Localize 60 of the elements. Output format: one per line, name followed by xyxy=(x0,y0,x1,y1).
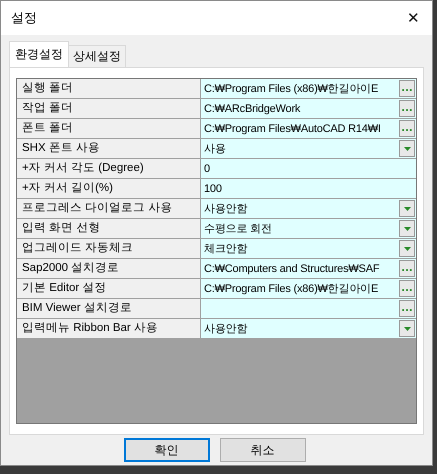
caret-icon xyxy=(404,226,410,230)
caret-icon xyxy=(404,326,410,330)
property-value-cell[interactable]: 사용안함 xyxy=(201,319,416,338)
dropdown-button[interactable] xyxy=(399,200,415,217)
property-value-cell[interactable]: C:₩Program Files₩AutoCAD R14₩I ... xyxy=(201,119,416,138)
property-value-cell[interactable]: C:₩Program Files (x86)₩한길아이E ... xyxy=(201,79,416,98)
caret-icon xyxy=(404,206,410,210)
property-label: 프로그레스 다이얼로그 사용 xyxy=(17,199,201,218)
browse-button[interactable]: ... xyxy=(399,300,415,317)
property-value-cell[interactable]: 체크안함 xyxy=(201,239,416,258)
property-label: 폰트 폴더 xyxy=(17,119,201,138)
property-value: 사용안함 xyxy=(203,322,248,336)
property-value-cell[interactable]: 사용 xyxy=(201,139,416,158)
property-value: C:₩Computers and Structures₩SAF xyxy=(203,262,380,274)
dropdown-button[interactable] xyxy=(399,320,415,337)
browse-button[interactable]: ... xyxy=(399,80,415,97)
browse-button[interactable]: ... xyxy=(399,260,415,277)
caret-icon xyxy=(404,246,410,250)
browse-button[interactable]: ... xyxy=(399,100,415,117)
property-value: C:₩Program Files (x86)₩한길아이E xyxy=(203,82,380,96)
window-title: 설정 xyxy=(11,10,37,27)
browse-button[interactable]: ... xyxy=(399,280,415,297)
property-value-cell[interactable]: C:₩Program Files (x86)₩한길아이E ... xyxy=(201,279,416,298)
dialog-button[interactable]: 확인 xyxy=(124,438,210,462)
caret-icon xyxy=(404,146,410,150)
property-label: +자 커서 각도 (Degree) xyxy=(17,159,201,178)
property-value-cell[interactable]: ... xyxy=(201,299,416,318)
close-button[interactable]: ✕ xyxy=(407,9,420,27)
tab[interactable]: 환경설정 xyxy=(9,41,69,67)
dropdown-button[interactable] xyxy=(399,220,415,237)
property-label: Sap2000 설치경로 xyxy=(17,259,201,278)
property-label: BIM Viewer 설치경로 xyxy=(17,299,201,318)
property-value: 사용 xyxy=(203,142,227,156)
property-value-cell[interactable]: 사용안함 xyxy=(201,199,416,218)
property-value: 0 xyxy=(203,162,211,174)
property-value: C:₩ARcBridgeWork xyxy=(203,102,302,114)
property-label: 입력 화면 선형 xyxy=(17,219,201,238)
property-value: 사용안함 xyxy=(203,202,248,216)
property-value-cell[interactable]: 100 xyxy=(201,179,416,198)
property-value: C:₩Program Files₩AutoCAD R14₩I xyxy=(203,122,382,134)
property-label: 입력메뉴 Ribbon Bar 사용 xyxy=(17,319,201,338)
property-value-cell[interactable]: 0 xyxy=(201,159,416,178)
property-value: 수평으로 회전 xyxy=(203,222,273,236)
tab[interactable]: 상세설정 xyxy=(68,45,126,67)
property-label: 기본 Editor 설정 xyxy=(17,279,201,298)
property-label: +자 커서 길이(%) xyxy=(17,179,201,198)
dialog-button[interactable]: 취소 xyxy=(220,438,306,462)
property-label: 실행 폴더 xyxy=(17,79,201,98)
property-value-cell[interactable]: C:₩ARcBridgeWork ... xyxy=(201,99,416,118)
dropdown-button[interactable] xyxy=(399,140,415,157)
property-value-cell[interactable]: C:₩Computers and Structures₩SAF ... xyxy=(201,259,416,278)
property-value-cell[interactable]: 수평으로 회전 xyxy=(201,219,416,238)
dropdown-button[interactable] xyxy=(399,240,415,257)
property-label: 업그레이드 자동체크 xyxy=(17,239,201,258)
property-value: C:₩Program Files (x86)₩한길아이E xyxy=(203,282,380,296)
property-value: 100 xyxy=(203,182,223,194)
browse-button[interactable]: ... xyxy=(399,120,415,137)
property-value: 체크안함 xyxy=(203,242,248,256)
property-label: 작업 폴더 xyxy=(17,99,201,118)
property-label: SHX 폰트 사용 xyxy=(17,139,201,158)
